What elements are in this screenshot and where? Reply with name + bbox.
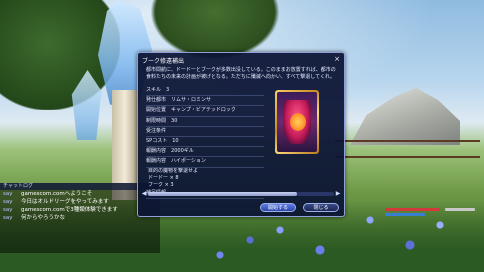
card-emblem (289, 112, 307, 132)
chat-line: say 今日はオルドリーグをやってみます (3, 199, 109, 205)
tp-bar (445, 208, 475, 211)
chat-log[interactable]: チャットログ say gamescom.comへようこそ say 今日はオルドリーグ… (0, 183, 160, 253)
info-row: 開始位置 キャンプ・ビアテッドロック (146, 106, 264, 117)
guildleve-dialog: ブーク修遠補出 × 都市間航に、ドードーとブークが多数出没している。このままお放… (137, 52, 345, 217)
quest-description: 都市間航に、ドードーとブークが多数出没している。このままお放置すれば、都市の食料… (146, 67, 336, 80)
info-row: スキル 3 (146, 86, 264, 97)
chat-line: say gamescom.comへようこそ (3, 191, 93, 197)
guildleve-card-image (275, 90, 319, 154)
quest-info-list: スキル 3 発仕都市 リムサ・ロミンサ 開始位置 キャンプ・ビアテッドロック 制… (146, 86, 264, 199)
close-button[interactable]: 閉じる (303, 203, 339, 212)
mp-bar (385, 213, 425, 216)
chat-line: say 何からやろうかな (3, 215, 66, 221)
info-row: 報酬内容 ハイポーション (146, 157, 264, 168)
card-art (277, 92, 317, 152)
info-row: 発仕都市 リムサ・ロミンサ (146, 96, 264, 107)
scrollbar-thumb[interactable] (148, 192, 297, 196)
info-row: SPコスト 10 (146, 137, 264, 148)
wooden-fence (335, 140, 480, 158)
start-button[interactable]: 開始する (260, 203, 296, 212)
target-item: ブーク × 3 (148, 181, 174, 188)
info-row: 受注条件 (146, 127, 264, 137)
scroll-left-icon[interactable]: ◀ (141, 189, 147, 198)
targets-header: 目的の魔物を撃退せよ (148, 167, 199, 174)
tree-canopy (150, 0, 280, 60)
info-row: 報酬内容 2000ギル (146, 147, 264, 158)
close-icon[interactable]: × (333, 55, 341, 63)
scroll-right-icon[interactable]: ▶ (335, 189, 341, 198)
chat-log-header: チャットログ (0, 183, 160, 190)
dialog-title: ブーク修遠補出 (142, 58, 185, 65)
target-item: ドードー × 8 (148, 174, 179, 181)
info-row: 制限時間 30 (146, 117, 264, 127)
chat-line: say gamescom.comで3種類体験できます (3, 207, 118, 213)
hp-bar (385, 208, 440, 211)
party-hp-bars (385, 207, 480, 219)
scrollbar[interactable] (148, 192, 334, 196)
